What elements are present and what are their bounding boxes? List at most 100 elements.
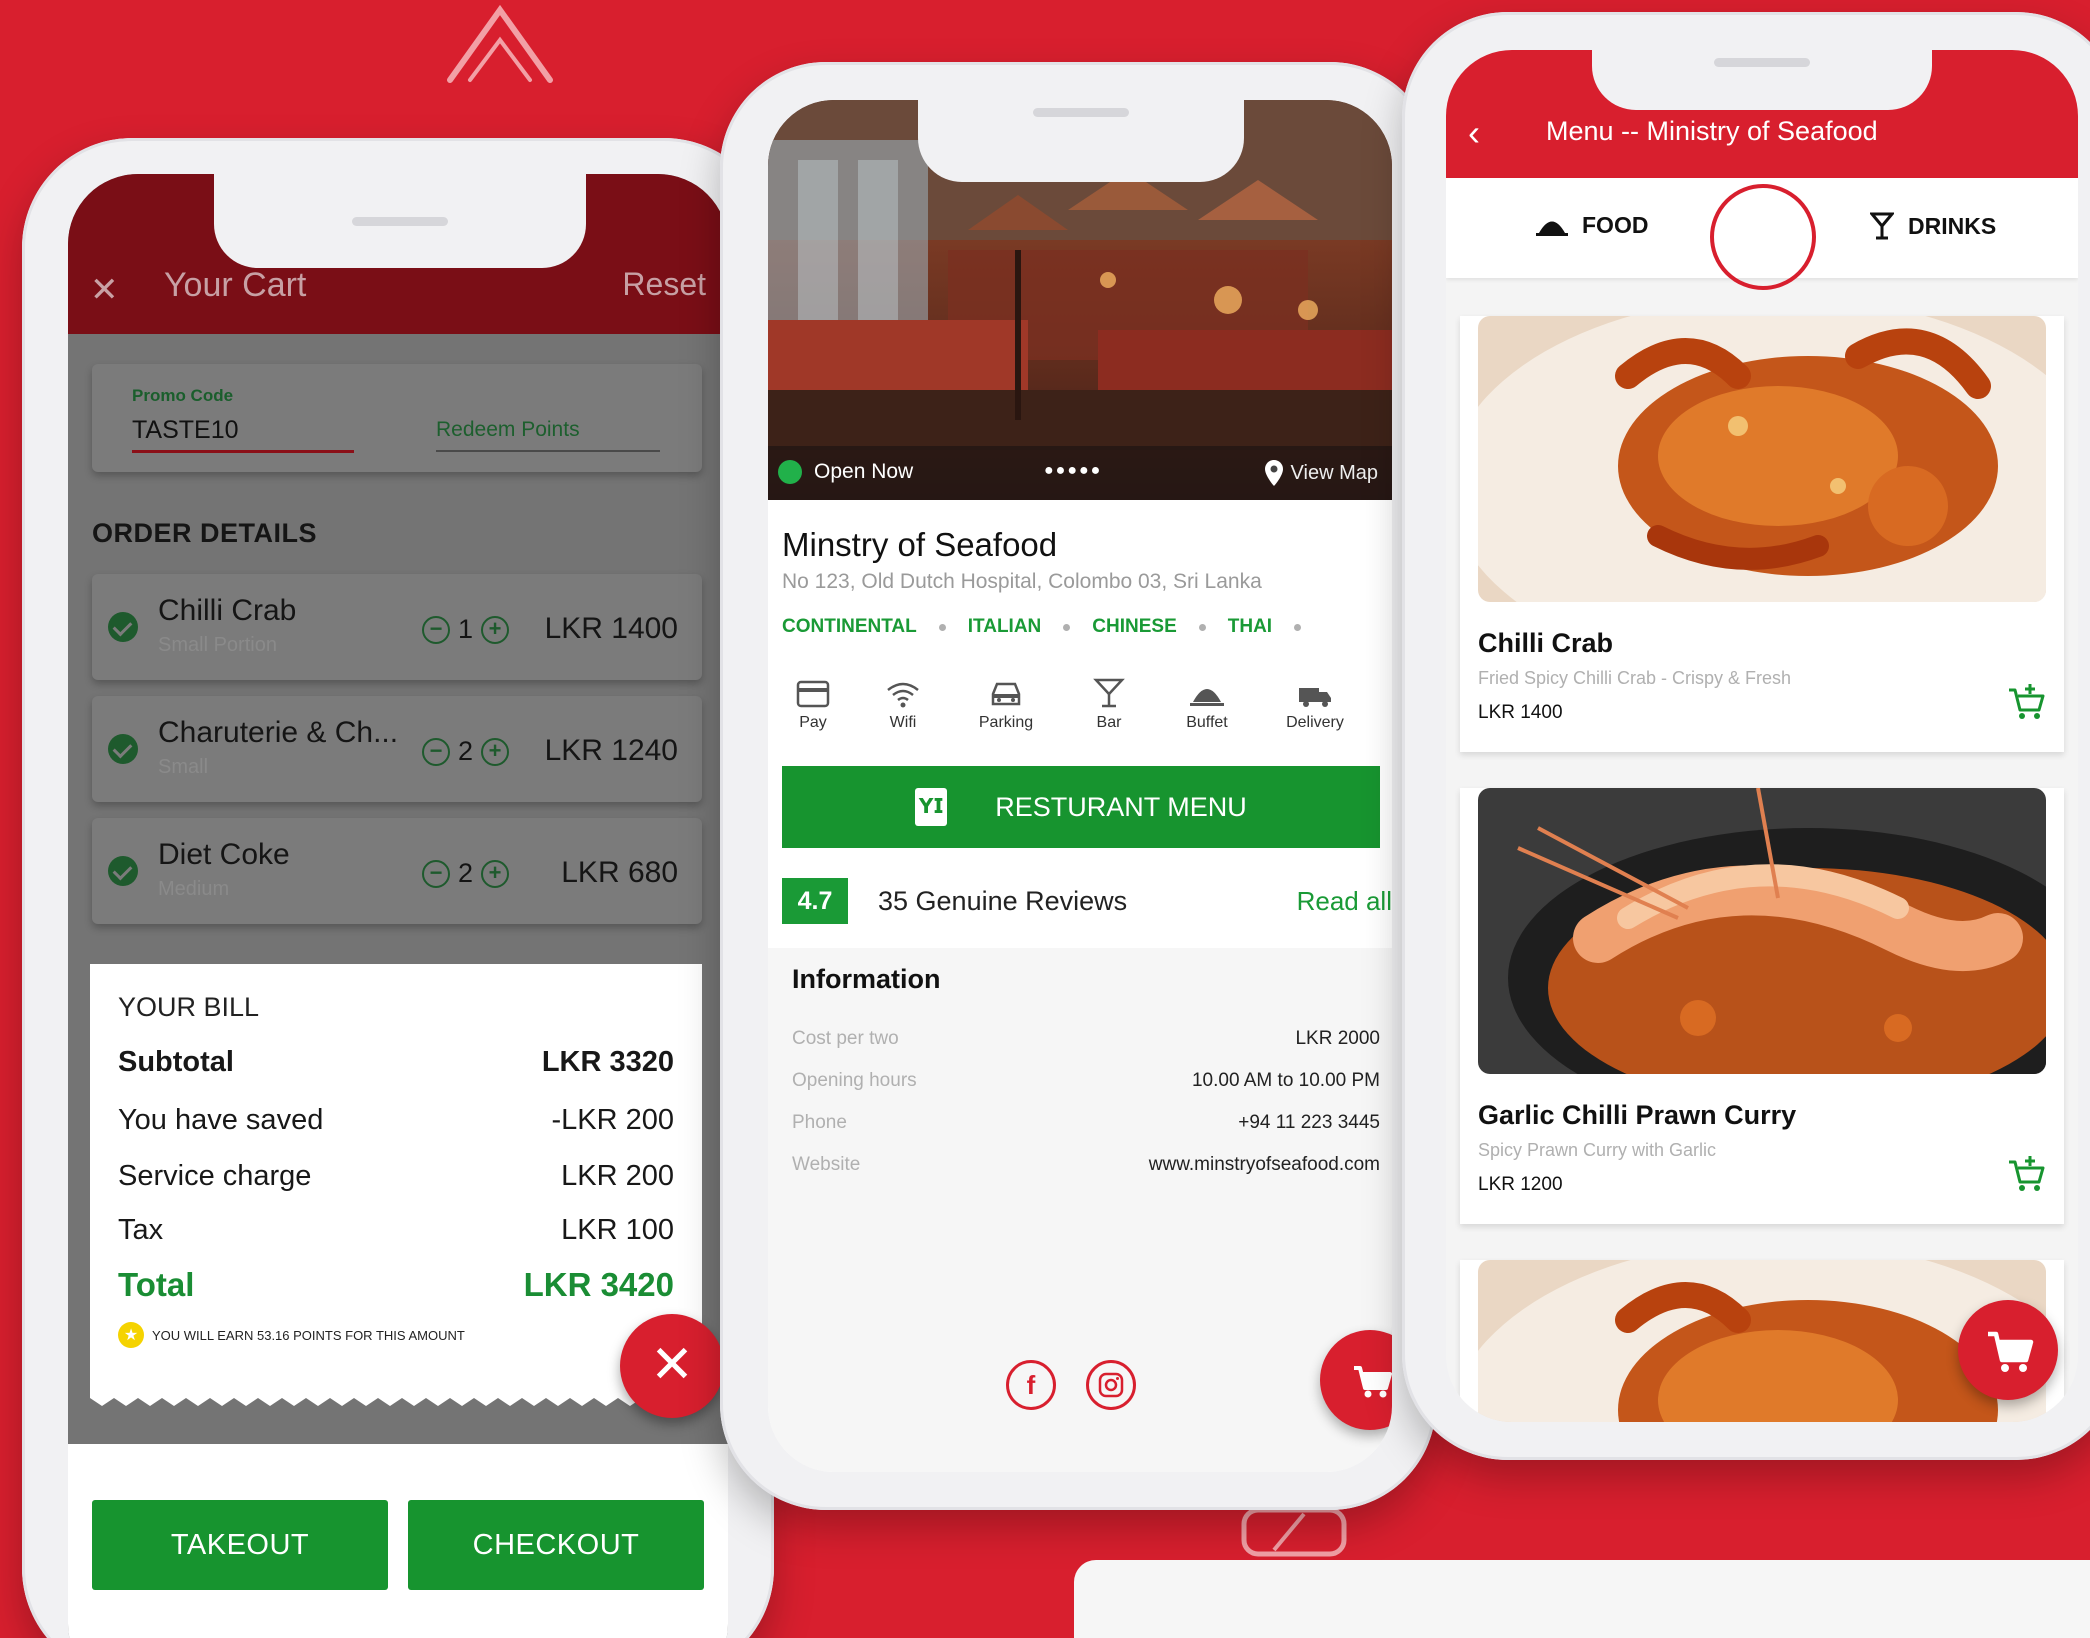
check-icon[interactable] [108, 734, 138, 764]
check-icon[interactable] [108, 856, 138, 886]
bill-title: YOUR BILL [118, 992, 260, 1022]
amenity-label: Wifi [889, 714, 917, 731]
open-status-icon [778, 460, 802, 484]
phone-notch [918, 100, 1244, 182]
view-map-label: View Map [1290, 461, 1378, 484]
cloche-icon [1536, 221, 1568, 236]
info-row: Cost per two LKR 2000 [792, 1028, 1380, 1050]
read-all-link[interactable]: Read all [1297, 886, 1392, 917]
points-note: ★ YOU WILL EARN 53.16 POINTS FOR THIS AM… [118, 1322, 465, 1348]
info-value[interactable]: www.minstryofseafood.com [1149, 1154, 1380, 1176]
add-to-cart-icon[interactable] [2006, 682, 2046, 722]
tab-drinks[interactable]: DRINKS [1870, 212, 1996, 240]
phone-notch [214, 174, 586, 268]
item-qty: 2 [458, 858, 474, 888]
tab-indicator-circle [1710, 184, 1816, 290]
dish-price: LKR 1200 [1478, 1174, 1563, 1195]
item-name: Chilli Crab [158, 594, 297, 627]
menu-title: Menu -- Ministry of Seafood [1546, 116, 1878, 146]
cocktail-icon [1870, 212, 1894, 240]
open-status: Open Now [814, 460, 914, 483]
bottom-info-card [1074, 1560, 2090, 1638]
info-value: LKR 2000 [1295, 1028, 1380, 1049]
takeout-button[interactable]: TAKEOUT [92, 1500, 388, 1590]
dish-card[interactable]: Garlic Chilli Prawn Curry Spicy Prawn Cu… [1460, 788, 2064, 1224]
item-qty: 1 [458, 614, 474, 644]
tab-food[interactable]: FOOD [1536, 212, 1648, 239]
cuisine-tag: THAI [1227, 616, 1273, 637]
dish-description: Fried Spicy Chilli Crab - Crispy & Fresh [1478, 668, 1792, 688]
reviews-count: 35 Genuine Reviews [878, 886, 1128, 916]
bill-receipt: YOUR BILL Subtotal LKR 3320 You have sav… [90, 964, 702, 1406]
menu-book-icon: 𝗬𝗜 [915, 788, 948, 826]
cart-fab-button[interactable] [1320, 1330, 1392, 1430]
plus-icon[interactable]: + [481, 615, 510, 644]
cart-title: Your Cart [164, 266, 307, 304]
info-key: Opening hours [792, 1070, 917, 1091]
dish-description: Spicy Prawn Curry with Garlic [1478, 1140, 1717, 1160]
star-icon: ★ [118, 1322, 144, 1348]
restaurant-address: No 123, Old Dutch Hospital, Colombo 03, … [782, 570, 1262, 593]
facebook-icon[interactable]: f [1006, 1360, 1056, 1410]
amenity-label: Pay [799, 714, 827, 731]
view-map-link[interactable]: View Map [1264, 460, 1378, 486]
separator-dot [1294, 623, 1302, 631]
plus-icon[interactable]: + [481, 859, 510, 888]
restaurant-menu-button[interactable]: 𝗬𝗜 RESTURANT MENU [782, 766, 1380, 848]
cloche-icon [1190, 689, 1224, 706]
carousel-dots[interactable]: ●●●●● [1044, 462, 1102, 480]
amenity-bar: Bar [1064, 674, 1154, 732]
map-pin-icon [1264, 460, 1283, 486]
instagram-icon[interactable] [1086, 1360, 1136, 1410]
promo-label: Promo Code [132, 386, 234, 405]
redeem-points-input[interactable]: Redeem Points [436, 418, 580, 442]
order-item: Charuterie & Ch... Small − 2 + LKR 1240 [92, 696, 702, 802]
menu-screen: ‹ Menu -- Ministry of Seafood FOOD DRINK… [1446, 50, 2078, 1422]
item-price: LKR 1400 [544, 612, 678, 645]
close-fab-button[interactable]: ✕ [620, 1314, 724, 1418]
close-icon[interactable]: ✕ [90, 270, 119, 310]
promo-underline [132, 450, 354, 453]
minus-icon[interactable]: − [422, 859, 450, 888]
card-icon [796, 680, 830, 708]
subtotal-value: LKR 3320 [541, 1046, 674, 1078]
info-key: Phone [792, 1112, 847, 1133]
cart-fab-button[interactable] [1958, 1300, 2058, 1400]
redeem-underline [436, 450, 660, 452]
add-to-cart-icon[interactable] [2006, 1154, 2046, 1194]
saved-label: You have saved [118, 1104, 324, 1136]
wifi-icon [887, 682, 919, 708]
minus-icon[interactable]: − [422, 737, 450, 766]
reset-button[interactable]: Reset [622, 266, 706, 303]
dish-card[interactable]: Chilli Crab Fried Spicy Chilli Crab - Cr… [1460, 316, 2064, 752]
amenity-wifi: Wifi [858, 674, 948, 732]
cuisine-tag: CONTINENTAL [782, 616, 917, 637]
phone-cart: ✕ Your Cart Reset Promo Code TASTE10 Red… [22, 138, 774, 1638]
cocktail-icon [1093, 678, 1125, 708]
item-price: LKR 1240 [544, 734, 678, 767]
crab-dish-image [1478, 316, 2046, 602]
decor-arrow-icon [447, 4, 553, 83]
dish-name: Chilli Crab [1478, 628, 1614, 658]
cart-icon [1354, 1366, 1392, 1398]
info-value: +94 11 223 3445 [1238, 1112, 1380, 1133]
information-section: Information Cost per two LKR 2000 Openin… [768, 948, 1392, 1472]
total-value: LKR 3420 [523, 1266, 674, 1303]
plus-icon[interactable]: + [481, 737, 510, 766]
promo-code-input[interactable]: TASTE10 [132, 416, 239, 445]
minus-icon[interactable]: − [422, 615, 450, 644]
info-row: Phone +94 11 223 3445 [792, 1112, 1380, 1134]
item-name: Diet Coke [158, 838, 290, 871]
check-icon[interactable] [108, 612, 138, 642]
tab-drinks-label: DRINKS [1908, 212, 1997, 239]
truck-icon [1299, 688, 1331, 707]
dish-price: LKR 1400 [1478, 702, 1563, 723]
back-arrow-icon[interactable]: ‹ [1468, 112, 1480, 154]
item-name: Charuterie & Ch... [158, 716, 399, 749]
subtotal-label: Subtotal [118, 1046, 234, 1078]
checkout-button[interactable]: CHECKOUT [408, 1500, 704, 1590]
prawn-curry-image [1478, 788, 2046, 1074]
quantity-stepper: − 1 + [422, 614, 510, 645]
item-price: LKR 680 [561, 856, 678, 889]
item-portion: Small Portion [158, 634, 277, 656]
